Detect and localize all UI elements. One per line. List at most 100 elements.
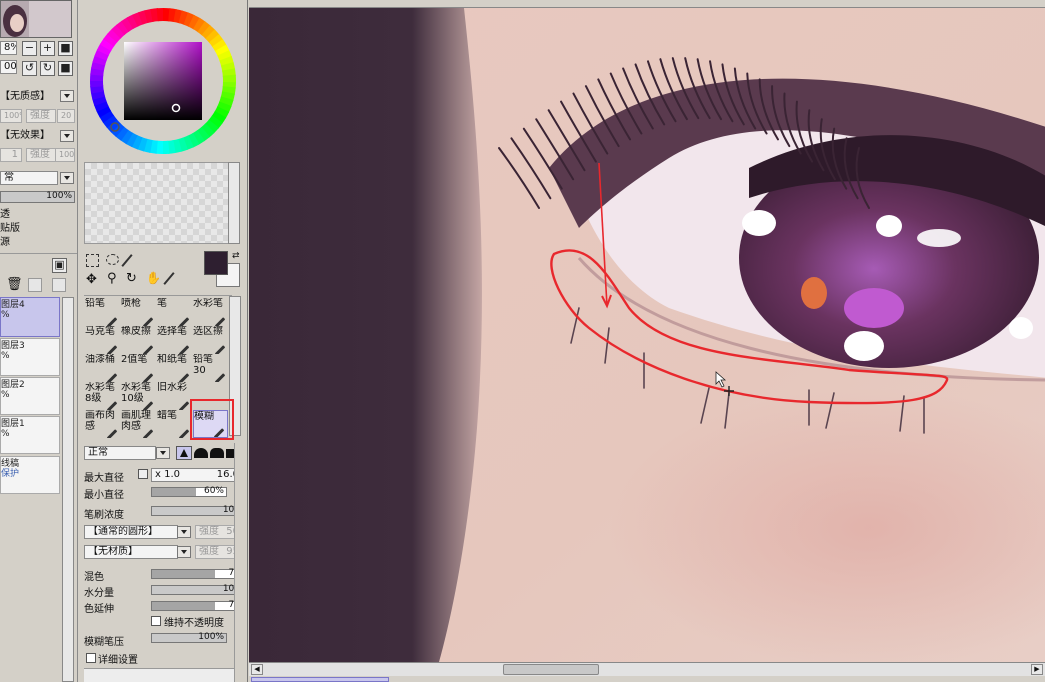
brush-shape-select[interactable]: 【通常的圆形】 <box>84 525 178 539</box>
tool-cell[interactable]: 2值笔 <box>121 354 156 382</box>
brush-material-select[interactable]: 【无材质】 <box>84 545 178 559</box>
settings-scrollbar[interactable] <box>234 443 246 682</box>
tool-cell[interactable]: 蜡笔 <box>157 410 192 438</box>
brush-size-presets[interactable] <box>84 668 244 682</box>
tool-cell[interactable]: 画布肉感 <box>85 410 120 438</box>
layer-item[interactable]: 图层1 % <box>0 416 60 454</box>
magic-wand-icon[interactable] <box>121 254 133 267</box>
brush-shape-soft-button[interactable] <box>194 448 208 458</box>
brush-shape-round-button[interactable] <box>210 448 224 458</box>
brush-blend-dropdown-icon[interactable] <box>156 447 170 459</box>
blend-slider[interactable]: 70 <box>151 568 243 579</box>
brush-material-dropdown-icon[interactable] <box>177 546 191 558</box>
texture-scale-field[interactable]: 100% <box>0 109 22 123</box>
texture-dropdown-icon[interactable] <box>60 90 74 102</box>
brush-density-slider[interactable]: 100 <box>151 505 243 516</box>
effect-select[interactable]: 【无效果】 <box>0 128 58 144</box>
keep-opacity-checkbox[interactable] <box>151 616 161 626</box>
tool-cell[interactable]: 喷枪 <box>121 298 156 326</box>
blur-pressure-slider[interactable]: 100% <box>151 632 227 643</box>
trash-icon[interactable]: 🗑 <box>6 278 23 292</box>
layer-opacity-value: 100% <box>46 191 72 201</box>
effect-width-field[interactable]: 1 <box>0 148 22 162</box>
angle-field[interactable]: 00 <box>0 60 17 74</box>
scroll-right-arrow[interactable]: ▶ <box>1031 664 1043 675</box>
brush-icon <box>106 373 118 382</box>
brush-density-label: 笔刷浓度 <box>84 510 124 521</box>
merge-layer-icon[interactable] <box>52 278 66 292</box>
tool-cell[interactable]: 水彩笔8级 <box>85 382 120 410</box>
zoom-icon[interactable]: ⚲ <box>107 272 117 285</box>
tool-cell[interactable]: 画肌理肉感 <box>121 410 156 438</box>
tool-label: 画布肉感 <box>85 410 115 432</box>
zoom-reset-button[interactable]: ■ <box>58 41 73 56</box>
tool-cell[interactable]: 选择笔 <box>157 326 192 354</box>
detail-settings-checkbox[interactable] <box>86 653 96 663</box>
tool-label: 马克笔 <box>85 326 115 337</box>
scroll-thumb[interactable] <box>503 664 599 675</box>
layer-opacity: % <box>1 351 10 361</box>
tool-cell[interactable]: 铅笔30 <box>193 354 228 382</box>
tool-label: 选区擦 <box>193 326 223 337</box>
copy-layer-icon[interactable] <box>28 278 42 292</box>
move-icon[interactable]: ✥ <box>86 273 97 286</box>
rotate-icon[interactable]: ↻ <box>126 272 137 285</box>
brush-shape-sharp-button[interactable] <box>176 446 192 460</box>
layer-mask-button[interactable]: ▣ <box>52 258 67 273</box>
layer-item[interactable]: 线稿 保护 <box>0 456 60 494</box>
layer-opacity-slider[interactable]: 100% <box>0 191 75 203</box>
canvas-horizontal-scrollbar[interactable]: ◀ ▶ <box>249 662 1045 676</box>
tool-cell[interactable]: 水彩笔 <box>193 298 228 326</box>
layer-item[interactable]: 图层4 % <box>0 297 60 337</box>
rotate-right-button[interactable]: ↻ <box>40 61 55 76</box>
min-diameter-slider[interactable]: 60% <box>151 486 227 497</box>
eyedropper-icon[interactable] <box>163 272 175 285</box>
select-rect-icon[interactable] <box>86 254 99 267</box>
lasso-icon[interactable] <box>106 254 119 265</box>
tool-cell[interactable]: 铅笔 <box>85 298 120 326</box>
drawing-canvas[interactable] <box>249 8 1045 662</box>
navigator-preview-image <box>1 1 71 37</box>
rotate-left-button[interactable]: ↺ <box>22 61 37 76</box>
layer-blend-mode-select[interactable]: 常 <box>0 171 58 185</box>
brush-icon <box>178 429 190 438</box>
tool-cell[interactable]: 旧水彩 <box>157 382 192 410</box>
tool-cell[interactable]: 水彩笔10级 <box>121 382 156 410</box>
max-diameter-toggle[interactable] <box>138 469 148 479</box>
texture-strength-field[interactable]: 20 <box>57 109 75 123</box>
color-extend-slider[interactable]: 70 <box>151 600 243 611</box>
layer-blend-dropdown-icon[interactable] <box>60 172 74 184</box>
effect-strength-field[interactable]: 100 <box>55 148 75 162</box>
document-tab[interactable] <box>251 677 389 682</box>
primary-color-swatch[interactable] <box>204 251 228 275</box>
tool-cell[interactable]: 马克笔 <box>85 326 120 354</box>
layer-item[interactable]: 图层2 % <box>0 377 60 415</box>
layer-list-scrollbar[interactable] <box>62 297 74 682</box>
effect-dropdown-icon[interactable] <box>60 130 74 142</box>
navigator-thumbnail[interactable] <box>0 0 72 38</box>
tool-cell[interactable]: 笔 <box>157 298 192 326</box>
scratchpad-area[interactable] <box>84 162 232 244</box>
scratchpad-scrollbar[interactable] <box>228 162 240 244</box>
zoom-out-button[interactable]: − <box>22 41 37 56</box>
scroll-left-arrow[interactable]: ◀ <box>251 664 263 675</box>
max-diameter-field[interactable]: x 1.0 16.0 <box>151 468 243 482</box>
tool-cell[interactable]: 和纸笔 <box>157 354 192 382</box>
tool-cell[interactable]: 橡皮擦 <box>121 326 156 354</box>
zoom-field[interactable]: 8% <box>0 41 17 55</box>
brush-shape-dropdown-icon[interactable] <box>177 526 191 538</box>
tool-cell[interactable]: 油漆桶 <box>85 354 120 382</box>
rotate-reset-button[interactable]: ■ <box>58 61 73 76</box>
swap-colors-icon[interactable]: ⇄ <box>232 251 240 261</box>
hand-icon[interactable]: ✋ <box>146 272 161 285</box>
tool-label: 铅笔30 <box>193 354 213 376</box>
layer-item[interactable]: 图层3 % <box>0 338 60 376</box>
brush-blend-mode-select[interactable]: 正常 <box>84 446 156 460</box>
texture-select[interactable]: 【无质感】 <box>0 89 58 105</box>
water-slider[interactable]: 100 <box>151 584 243 595</box>
color-wheel[interactable] <box>88 6 238 156</box>
selected-tool-highlight <box>190 399 234 440</box>
source-label[interactable]: 源 <box>0 235 10 251</box>
tool-cell[interactable]: 选区擦 <box>193 326 228 354</box>
zoom-in-button[interactable]: + <box>40 41 55 56</box>
